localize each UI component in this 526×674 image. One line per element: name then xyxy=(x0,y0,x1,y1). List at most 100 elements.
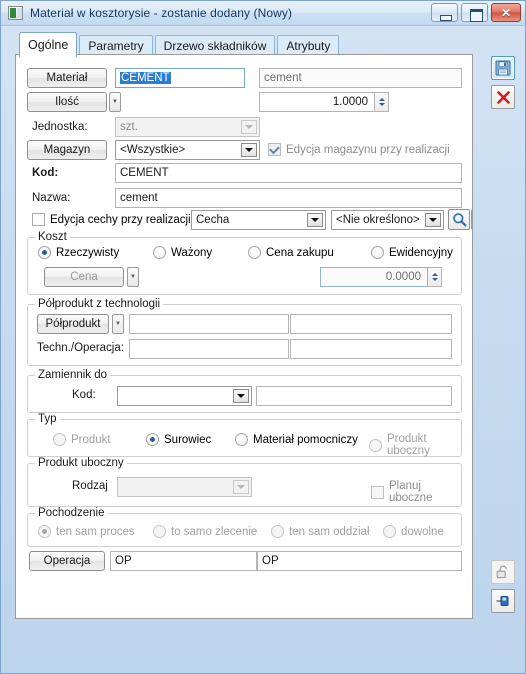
kod-input[interactable]: CEMENT xyxy=(115,163,462,183)
techn-operacja-name-input[interactable] xyxy=(290,339,452,359)
koszt-label-3: Ewidencyjny xyxy=(389,246,453,259)
pochodzenie-label-0: ten sam proces xyxy=(56,525,135,538)
pochodzenie-option-to-samo-zlecenie: to samo zlecenie xyxy=(153,525,257,538)
polprodukt-dropdown-button[interactable]: ▼ xyxy=(112,314,124,334)
nazwa-input[interactable]: cement xyxy=(115,188,462,208)
operacja-button[interactable]: Operacja xyxy=(29,551,105,571)
chevron-down-icon xyxy=(307,213,323,227)
produkt-uboczny-legend: Produkt uboczny xyxy=(35,457,127,469)
operacja-name-input[interactable]: OP xyxy=(257,551,462,571)
typ-option-produkt-uboczny: Produkt uboczny xyxy=(369,433,461,457)
typ-option-material-pomocniczy[interactable]: Materiał pomocniczy xyxy=(235,433,358,446)
radio-icon xyxy=(369,438,382,452)
koszt-option-rzeczywisty[interactable]: Rzeczywisty xyxy=(38,246,119,259)
window-controls: ✕ xyxy=(431,3,521,22)
pochodzenie-option-ten-sam-proces: ten sam proces xyxy=(38,525,135,538)
koszt-label-1: Ważony xyxy=(171,246,213,259)
radio-icon xyxy=(371,246,384,259)
typ-label-0: Produkt xyxy=(71,433,111,446)
typ-option-surowiec[interactable]: Surowiec xyxy=(146,433,211,446)
close-button[interactable]: ✕ xyxy=(491,3,521,22)
magnifier-dropdown-button[interactable]: ▼ xyxy=(471,209,472,230)
checkbox-icon xyxy=(268,143,281,156)
typ-label-3: Produkt uboczny xyxy=(387,433,430,457)
material-button[interactable]: Materiał xyxy=(27,68,107,88)
checkbox-icon xyxy=(32,213,45,226)
warehouse-combo[interactable]: <Wszystkie> xyxy=(115,140,260,160)
typ-label-2: Materiał pomocniczy xyxy=(253,433,358,446)
warehouse-value: <Wszystkie> xyxy=(120,144,186,156)
quantity-button[interactable]: Ilość xyxy=(27,92,107,112)
koszt-option-ewidencyjny[interactable]: Ewidencyjny xyxy=(371,246,453,259)
radio-icon xyxy=(383,525,396,538)
window-title: Materiał w kosztorysie - zostanie dodany… xyxy=(30,6,293,20)
material-code-value: CEMENT xyxy=(120,72,171,84)
zamiennik-kod-combo[interactable] xyxy=(117,386,252,406)
pochodzenie-label-3: dowolne xyxy=(401,525,444,538)
koszt-legend: Koszt xyxy=(35,231,70,243)
radio-icon xyxy=(248,246,261,259)
maximize-button[interactable] xyxy=(461,3,488,22)
tab-atrybuty[interactable]: Atrybuty xyxy=(277,35,340,56)
quantity-dropdown-button[interactable]: ▼ xyxy=(109,92,121,112)
polprodukt-group: Półprodukt z technologii Półprodukt ▼ Te… xyxy=(27,298,462,366)
feature-value-combo[interactable]: <Nie określono> xyxy=(331,210,444,230)
price-input[interactable]: 0.0000 xyxy=(320,267,428,287)
typ-label-1: Surowiec xyxy=(164,433,212,446)
chevron-down-icon xyxy=(425,213,441,227)
chevron-down-icon xyxy=(233,480,249,494)
nazwa-label: Nazwa: xyxy=(32,192,71,204)
quantity-stepper[interactable] xyxy=(375,92,389,112)
radio-icon xyxy=(153,246,166,259)
zamiennik-name-input[interactable] xyxy=(256,386,452,406)
zamiennik-legend: Zamiennik do xyxy=(35,369,111,381)
unit-value: szt. xyxy=(120,121,138,133)
price-dropdown-button[interactable]: ▼ xyxy=(127,267,139,287)
feature-edit-label: Edycja cechy przy realizacji xyxy=(50,213,191,226)
planuj-uboczne-checkbox-row: Planuj uboczne xyxy=(371,480,461,504)
pochodzenie-label-1: to samo zlecenie xyxy=(171,525,258,538)
operacja-code-input[interactable]: OP xyxy=(110,551,257,571)
price-button: Cena xyxy=(44,267,124,287)
close-icon: ✕ xyxy=(500,5,512,20)
checkbox-icon xyxy=(371,485,384,499)
material-name-input[interactable]: cement xyxy=(259,68,462,88)
tab-ogolne[interactable]: Ogólne xyxy=(19,32,78,57)
techn-operacja-code-input[interactable] xyxy=(129,339,289,359)
feature-edit-checkbox-row[interactable]: Edycja cechy przy realizacji xyxy=(32,213,191,226)
quantity-input[interactable]: 1.0000 xyxy=(259,92,375,112)
koszt-group: Koszt Rzeczywisty Ważony Cena zakupu Ewi… xyxy=(27,231,462,295)
polprodukt-legend: Półprodukt z technologii xyxy=(35,298,164,310)
polprodukt-button[interactable]: Półprodukt xyxy=(37,314,109,334)
radio-icon xyxy=(38,246,51,259)
minimize-button[interactable] xyxy=(431,3,458,22)
tab-parametry[interactable]: Parametry xyxy=(79,35,153,56)
lock-button[interactable] xyxy=(491,560,515,584)
koszt-option-cena-zakupu[interactable]: Cena zakupu xyxy=(248,246,334,259)
pochodzenie-option-ten-sam-oddzial: ten sam oddział xyxy=(271,525,370,538)
warehouse-button[interactable]: Magazyn xyxy=(27,140,107,160)
feature-combo[interactable]: Cecha xyxy=(191,210,326,230)
unit-label: Jednostka: xyxy=(32,121,88,133)
zamiennik-kod-label: Kod: xyxy=(72,389,96,401)
radio-icon xyxy=(38,525,51,538)
material-code-input[interactable]: CEMENT xyxy=(115,68,245,88)
koszt-label-0: Rzeczywisty xyxy=(56,246,120,259)
save-button[interactable] xyxy=(491,56,515,80)
unit-combo: szt. xyxy=(115,117,260,137)
polprodukt-name-input[interactable] xyxy=(290,314,452,334)
radio-icon xyxy=(53,433,66,446)
cancel-button[interactable] xyxy=(491,85,515,109)
magnifier-icon[interactable] xyxy=(448,209,470,230)
radio-icon xyxy=(146,433,159,446)
form-panel: Materiał CEMENT cement Ilość ▼ 1.0000 Je… xyxy=(15,54,473,619)
price-stepper[interactable] xyxy=(428,267,442,287)
pin-button[interactable] xyxy=(491,589,515,613)
chevron-down-icon xyxy=(233,389,249,403)
pochodzenie-legend: Pochodzenie xyxy=(35,507,108,519)
radio-icon xyxy=(235,433,248,446)
warehouse-edit-checkbox-row[interactable]: Edycja magazynu przy realizacji xyxy=(268,143,450,156)
koszt-option-wazony[interactable]: Ważony xyxy=(153,246,212,259)
polprodukt-code-input[interactable] xyxy=(129,314,289,334)
tab-drzewo-skladnikow[interactable]: Drzewo składników xyxy=(154,35,276,56)
